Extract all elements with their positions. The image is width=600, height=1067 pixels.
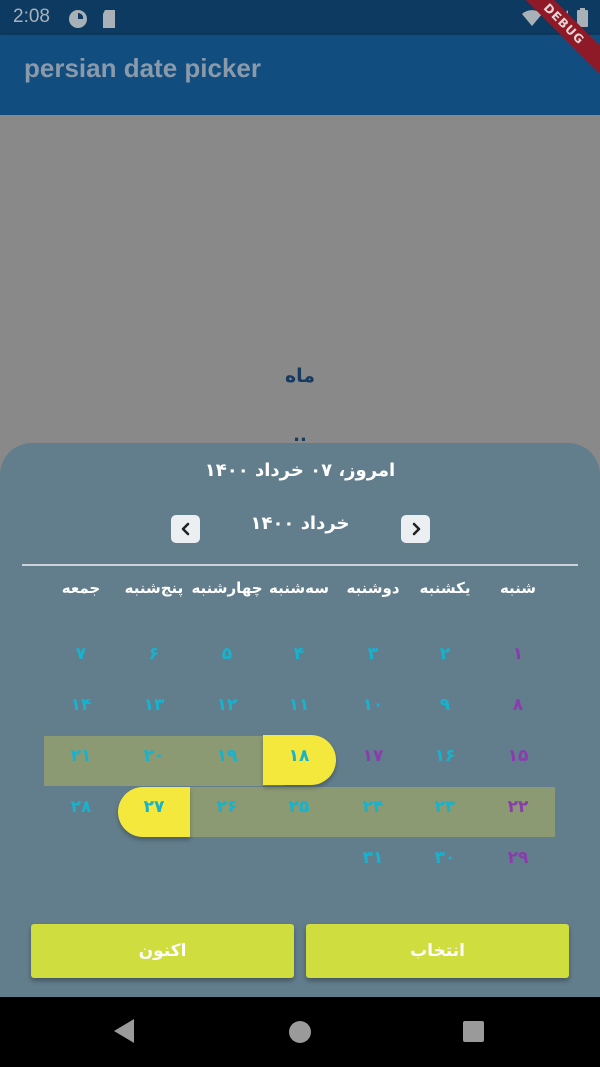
day-cell[interactable]: ۱۵ xyxy=(488,746,548,766)
day-cell[interactable]: ۱۷ xyxy=(343,746,403,766)
day-cell[interactable]: ۲۶ xyxy=(197,797,257,817)
day-cell[interactable]: ۳۱ xyxy=(343,848,403,868)
day-cell[interactable]: ۲ xyxy=(415,644,475,664)
day-cell[interactable]: ۳ xyxy=(343,644,403,664)
divider xyxy=(22,564,578,566)
day-cell[interactable]: ۱۴ xyxy=(51,695,111,715)
status-time: 2:08 xyxy=(13,6,50,27)
day-cell[interactable]: ۱۲ xyxy=(197,695,257,715)
home-icon[interactable] xyxy=(289,1021,311,1043)
app-title: persian date picker xyxy=(24,53,261,83)
month-label: ماه xyxy=(284,365,316,387)
day-cell[interactable]: ۲۹ xyxy=(488,848,548,868)
day-cell[interactable]: ۱۰ xyxy=(343,695,403,715)
day-cell[interactable]: ۹ xyxy=(415,695,475,715)
weekday-label: پنج‌شنبه xyxy=(124,579,184,597)
day-cell-range-start[interactable]: ۱۸ xyxy=(269,746,329,766)
day-cell[interactable]: ۲۳ xyxy=(415,797,475,817)
weekday-label: شنبه xyxy=(499,579,537,597)
day-cell[interactable]: ۱۹ xyxy=(197,746,257,766)
day-cell[interactable]: ۶ xyxy=(124,644,184,664)
date-picker-sheet: امروز، ۰۷ خرداد ۱۴۰۰ خرداد ۱۴۰۰ شنبه یکش… xyxy=(0,443,600,997)
day-cell[interactable]: ۲۸ xyxy=(51,797,111,817)
weekday-label: جمعه xyxy=(61,579,101,597)
day-cell[interactable]: ۳۰ xyxy=(415,848,475,868)
back-icon[interactable] xyxy=(114,1019,134,1043)
day-cell[interactable]: ۱ xyxy=(488,644,548,664)
month-title: خرداد ۱۴۰۰ xyxy=(250,513,350,534)
weekday-label: دوشنبه xyxy=(346,579,400,597)
day-cell[interactable]: ۱۱ xyxy=(269,695,329,715)
day-cell[interactable]: ۲۱ xyxy=(51,746,111,766)
day-cell[interactable]: ۴ xyxy=(269,644,329,664)
now-button[interactable]: اکنون xyxy=(31,924,294,978)
app-bar: persian date picker xyxy=(0,35,600,115)
day-cell[interactable]: ۲۲ xyxy=(488,797,548,817)
notification-icon xyxy=(68,9,88,33)
day-cell[interactable]: ۱۶ xyxy=(415,746,475,766)
chevron-right-icon xyxy=(412,522,420,536)
system-nav-bar xyxy=(0,997,600,1067)
recents-icon[interactable] xyxy=(463,1021,484,1042)
weekday-header: شنبه یکشنبه دوشنبه سه‌شنبه چهارشنبه پنج‌… xyxy=(0,579,600,603)
weekday-label: چهارشنبه xyxy=(191,579,263,597)
day-cell-range-end[interactable]: ۲۷ xyxy=(124,797,184,817)
weekday-label: یکشنبه xyxy=(419,579,471,597)
select-button[interactable]: انتخاب xyxy=(306,924,569,978)
next-month-button[interactable] xyxy=(401,515,430,543)
weekday-label: سه‌شنبه xyxy=(269,579,329,597)
day-cell[interactable]: ۷ xyxy=(51,644,111,664)
day-cell[interactable]: ۸ xyxy=(488,695,548,715)
day-cell[interactable]: ۲۴ xyxy=(343,797,403,817)
day-cell[interactable]: ۲۰ xyxy=(124,746,184,766)
status-bar: 2:08 xyxy=(0,0,600,35)
today-label: امروز، ۰۷ خرداد ۱۴۰۰ xyxy=(204,460,396,481)
day-cell[interactable]: ۱۳ xyxy=(124,695,184,715)
day-cell[interactable]: ۵ xyxy=(197,644,257,664)
day-cell[interactable]: ۲۵ xyxy=(269,797,329,817)
sd-card-icon xyxy=(101,9,117,33)
